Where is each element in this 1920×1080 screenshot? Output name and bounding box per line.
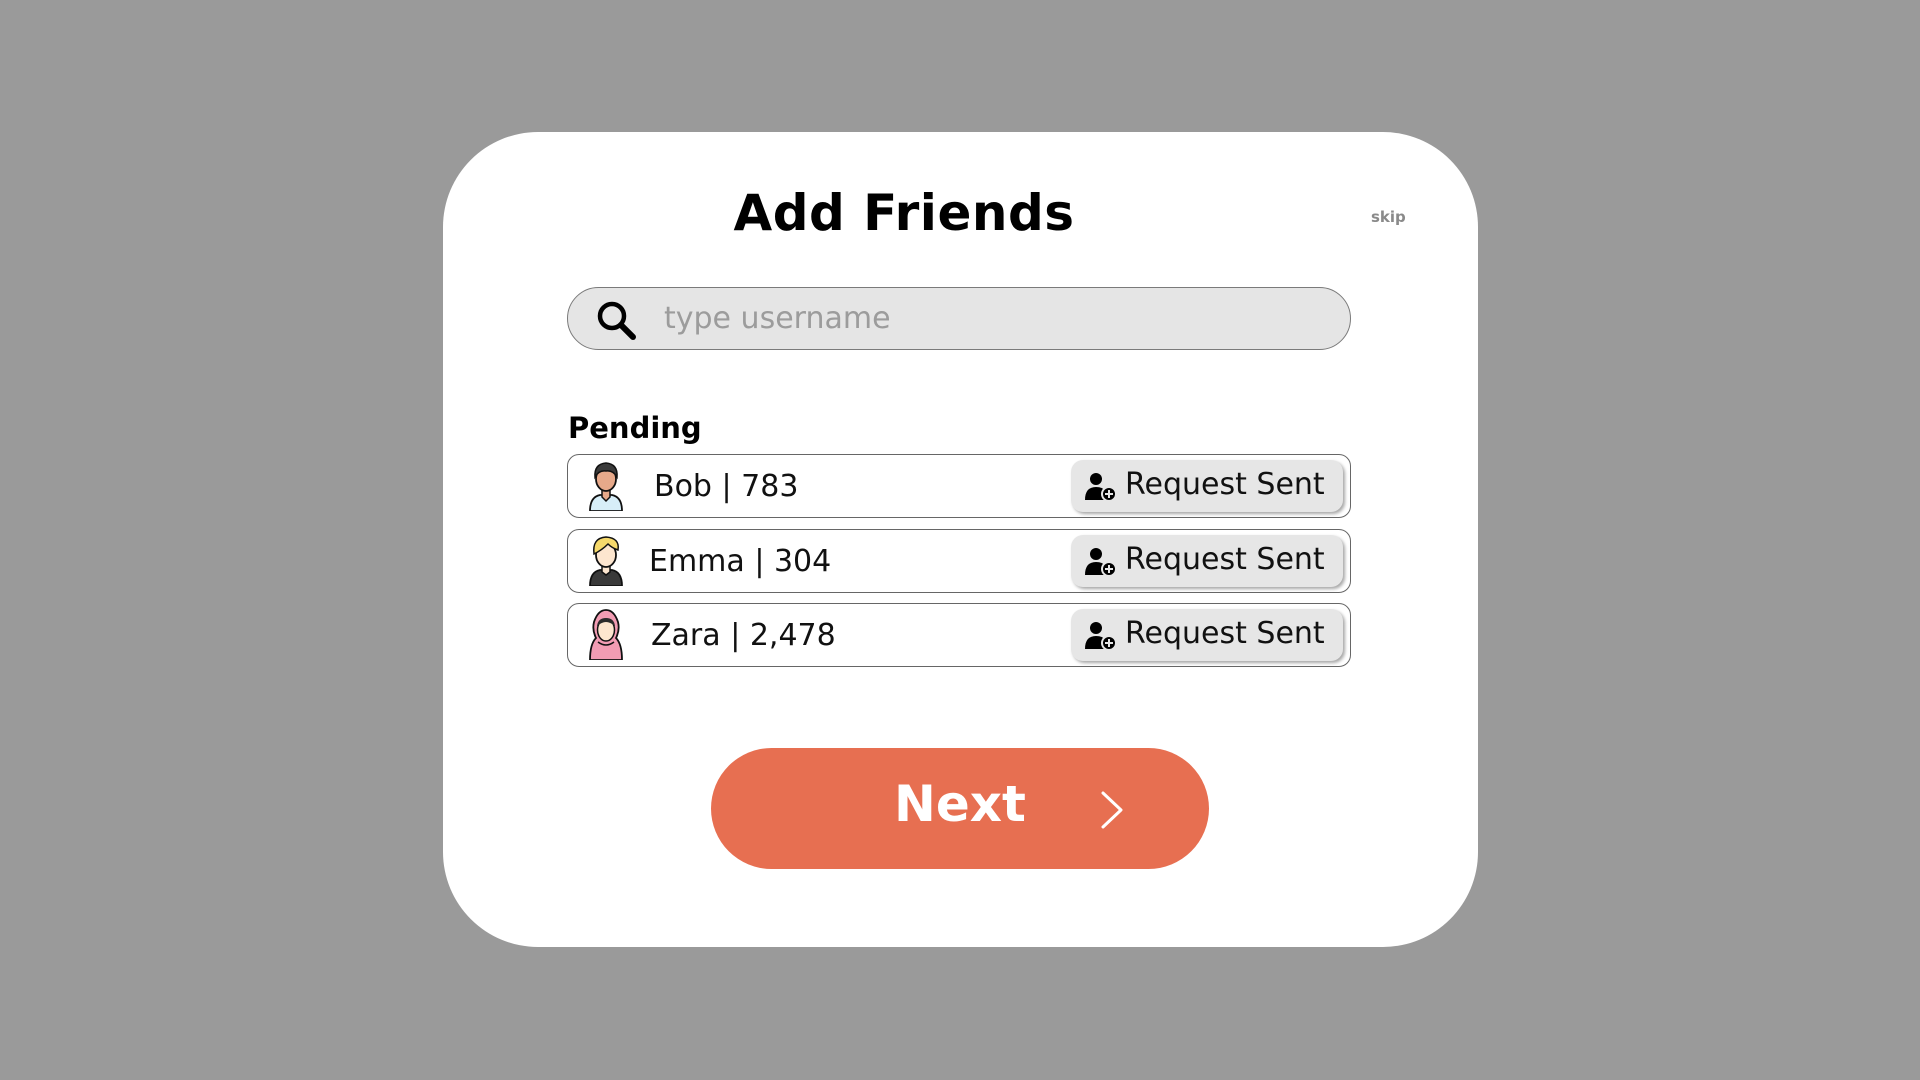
user-added-icon bbox=[1085, 473, 1117, 502]
skip-link[interactable]: skip bbox=[1371, 208, 1406, 226]
search-bar bbox=[567, 287, 1351, 350]
chevron-right-icon bbox=[1101, 791, 1123, 829]
request-sent-label: Request Sent bbox=[1125, 467, 1325, 502]
next-button-label: Next bbox=[894, 775, 1026, 833]
search-input[interactable] bbox=[664, 296, 1324, 341]
request-sent-button[interactable]: Request Sent bbox=[1071, 535, 1343, 587]
pending-section-label: Pending bbox=[568, 411, 702, 445]
request-sent-label: Request Sent bbox=[1125, 542, 1325, 577]
request-sent-button[interactable]: Request Sent bbox=[1071, 609, 1343, 661]
pending-list-item: Zara | 2,478 Request Sent bbox=[567, 603, 1351, 667]
avatar-blonde-person-icon bbox=[589, 536, 623, 586]
pending-user-name: Bob | 783 bbox=[654, 469, 799, 504]
pending-list-item: Bob | 783 Request Sent bbox=[567, 454, 1351, 518]
user-added-icon bbox=[1085, 622, 1117, 651]
search-icon bbox=[597, 301, 636, 340]
pending-user-name: Zara | 2,478 bbox=[651, 618, 836, 653]
user-added-icon bbox=[1085, 548, 1117, 577]
next-button[interactable]: Next bbox=[711, 748, 1209, 869]
dialog-title: Add Friends bbox=[733, 184, 1075, 242]
request-sent-label: Request Sent bbox=[1125, 616, 1325, 651]
add-friends-dialog: Add Friends skip Pending Bob | 783 Reque bbox=[443, 132, 1478, 947]
pending-list-item: Emma | 304 Request Sent bbox=[567, 529, 1351, 593]
pending-user-name: Emma | 304 bbox=[649, 544, 832, 579]
avatar-hijab-woman-icon bbox=[589, 609, 623, 660]
avatar-dark-hair-man-icon bbox=[589, 462, 623, 511]
request-sent-button[interactable]: Request Sent bbox=[1071, 460, 1343, 512]
